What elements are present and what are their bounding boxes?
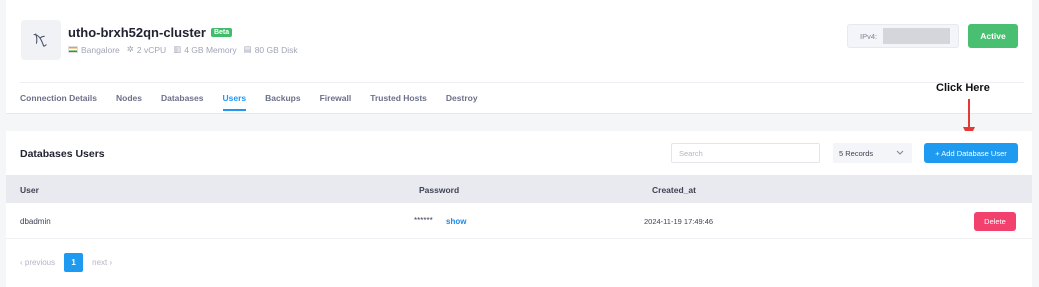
memory-label: 4 GB Memory [184,44,237,55]
divider [20,82,1024,83]
disk-label: 80 GB Disk [254,44,298,55]
row-user: dbadmin [20,217,51,226]
column-header-user: User [20,185,39,195]
cpu-icon: ✲ [126,44,134,54]
cluster-header-card: utho-brxh52qn-cluster Beta Bangalore ✲ 2… [6,0,1032,114]
cpu-spec: ✲ 2 vCPU [127,44,166,55]
previous-page-link[interactable]: ‹ previous [20,258,55,267]
location-spec: Bangalore [68,45,120,55]
tab-destroy[interactable]: Destroy [446,93,478,111]
table-row: dbadmin ****** show 2024-11-19 17:49:46 [6,203,1032,239]
memory-icon: ▥ [173,44,182,54]
cluster-name: utho-brxh52qn-cluster [68,25,206,40]
tab-users[interactable]: Users [222,93,246,111]
column-header-created-at: Created_at [652,185,696,195]
chevron-down-icon [896,149,904,158]
location-label: Bangalore [81,44,120,55]
ipv4-value-redacted [883,28,951,44]
ipv4-field: IPv4: [847,24,959,48]
tab-databases[interactable]: Databases [161,93,204,111]
tab-connection-details[interactable]: Connection Details [20,93,97,111]
disk-icon: ▤ [243,44,252,54]
row-created-at: 2024-11-19 17:49:46 [644,217,714,226]
memory-spec: ▥ 4 GB Memory [173,44,236,55]
tab-backups[interactable]: Backups [265,93,300,111]
pagination: ‹ previous 1 next › [20,253,112,272]
page-number-current[interactable]: 1 [64,253,84,272]
tab-trusted-hosts[interactable]: Trusted Hosts [370,93,427,111]
cpu-label: 2 vCPU [136,44,167,55]
column-header-password: Password [419,185,460,195]
beta-badge: Beta [210,28,233,37]
disk-spec: ▤ 80 GB Disk [244,44,298,55]
next-page-link[interactable]: next › [92,258,112,267]
click-here-annotation: Click Here [936,82,990,94]
show-password-link[interactable]: show [446,217,466,226]
tab-bar: Connection Details Nodes Databases Users… [20,93,478,111]
india-flag-icon [68,46,78,53]
table-header: User Password Created_at [6,175,1032,203]
delete-user-button[interactable]: Delete [974,212,1016,231]
add-database-user-button[interactable]: + Add Database User [924,143,1018,163]
database-users-card: Databases Users 5 Records + Add Database… [6,131,1032,287]
records-per-page-select[interactable]: 5 Records [833,143,912,163]
status-badge[interactable]: Active [968,24,1018,48]
cluster-specs: Bangalore ✲ 2 vCPU ▥ 4 GB Memory ▤ 80 GB… [68,44,298,55]
records-select-value: 5 Records [839,148,874,158]
ipv4-label: IPv4: [860,31,878,41]
search-input[interactable] [671,143,820,163]
row-password-mask: ****** [414,216,433,225]
section-title: Databases Users [20,148,105,160]
tab-firewall[interactable]: Firewall [320,93,352,111]
tab-nodes[interactable]: Nodes [116,93,142,111]
mysql-logo-icon [21,20,61,60]
